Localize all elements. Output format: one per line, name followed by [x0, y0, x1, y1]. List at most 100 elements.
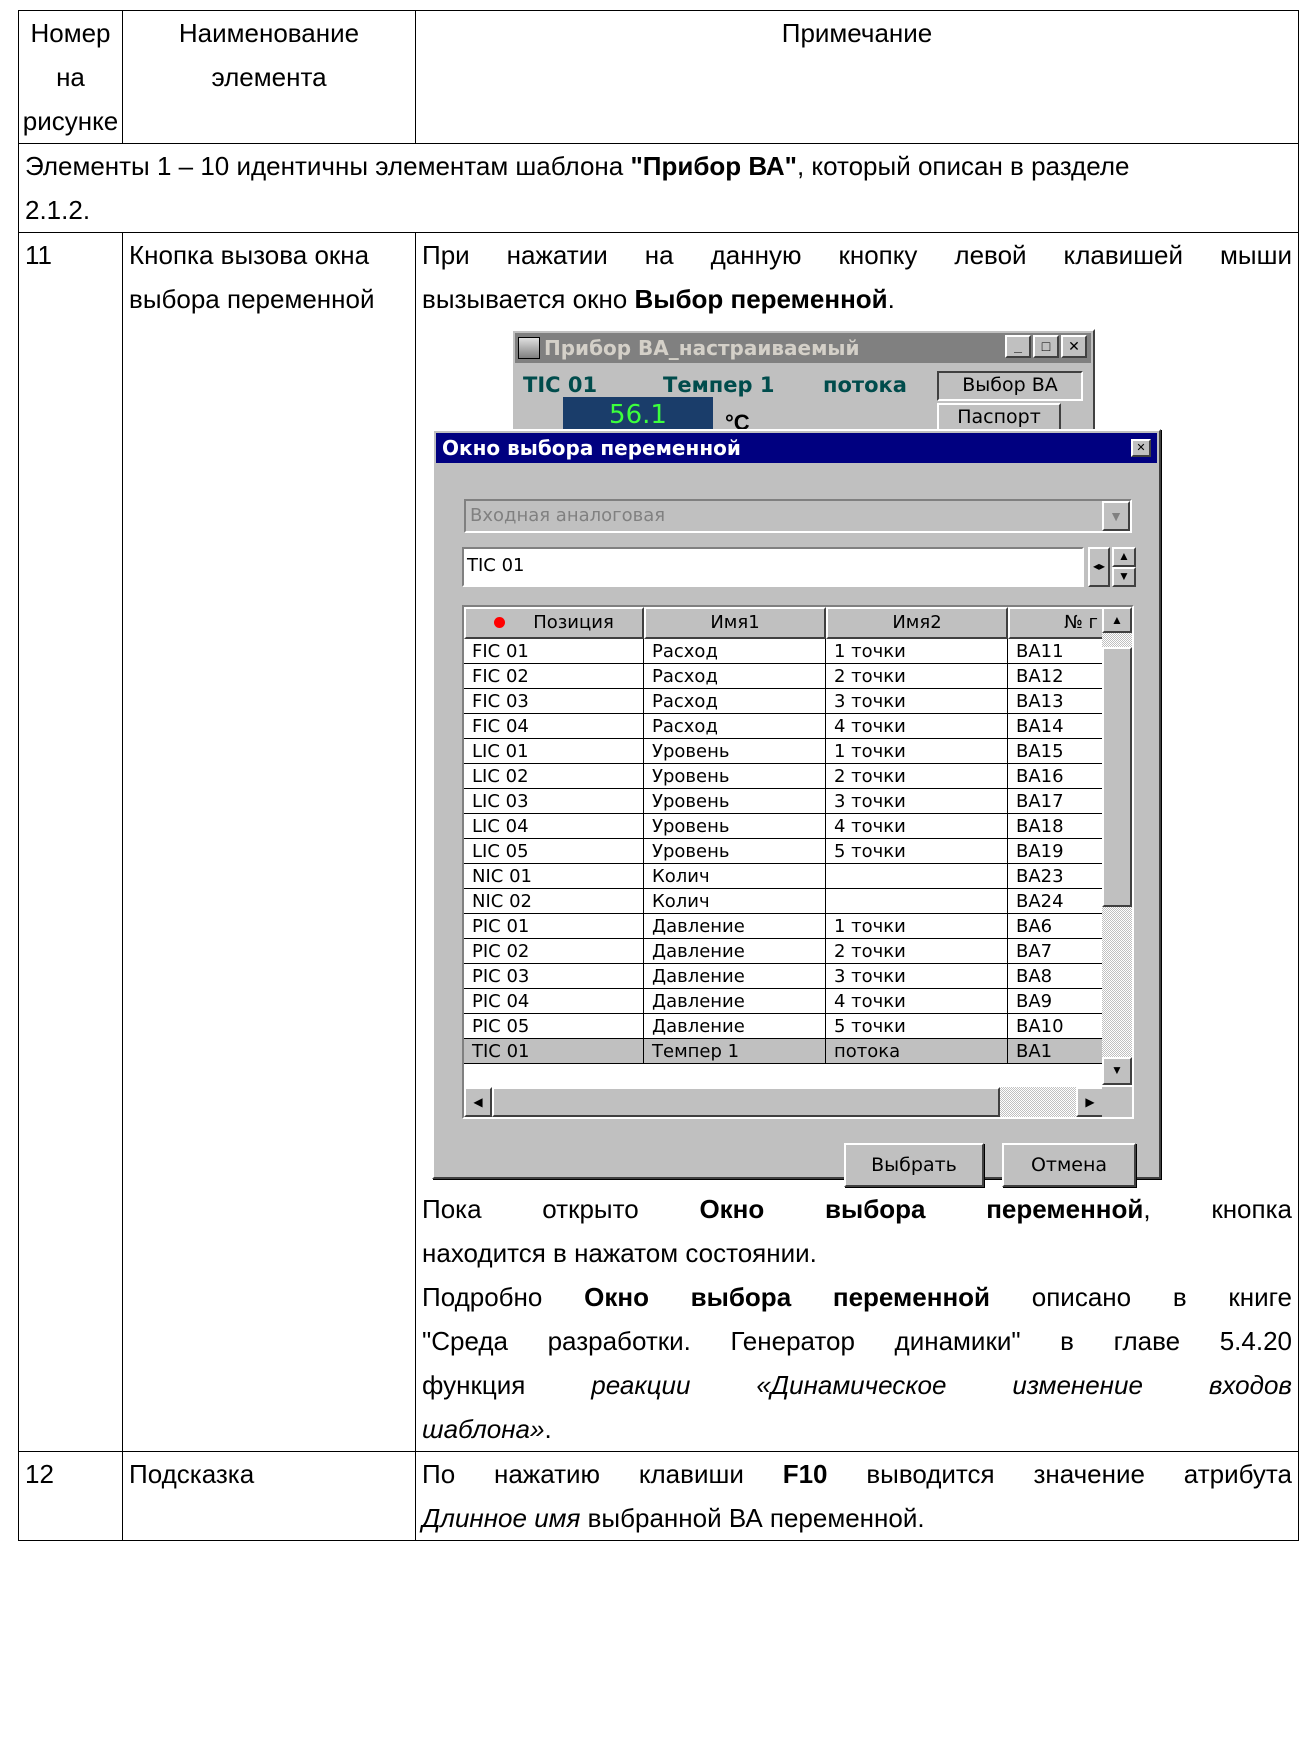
- table-row[interactable]: NIC 02 Колич ВА24: [464, 889, 1104, 914]
- cell-number: ВА7: [1008, 939, 1104, 964]
- scroll-corner: [1102, 1087, 1132, 1117]
- cell-name1: Расход: [644, 664, 826, 689]
- scroll-thumb[interactable]: [1102, 647, 1132, 907]
- cell-name2: 4 точки: [826, 814, 1008, 839]
- table-row[interactable]: NIC 01 Колич ВА23: [464, 864, 1104, 889]
- variable-type-combo[interactable]: Входная аналоговая ▼: [464, 499, 1132, 533]
- row-number: 12: [18, 1451, 123, 1541]
- cell-position: TIC 01: [464, 1039, 644, 1064]
- cell-name1: Расход: [644, 689, 826, 714]
- cell-number: ВА19: [1008, 839, 1104, 864]
- table-row[interactable]: LIC 02 Уровень 2 точки ВА16: [464, 764, 1104, 789]
- table-row[interactable]: LIC 01 Уровень 1 точки ВА15: [464, 739, 1104, 764]
- cell-name1: Расход: [644, 639, 826, 664]
- row-element-name: Кнопка вызова окна выбора переменной: [122, 232, 416, 1452]
- cell-position: FIC 02: [464, 664, 644, 689]
- table-row[interactable]: PIC 05 Давление 5 точки ВА10: [464, 1014, 1104, 1039]
- cell-number: ВА9: [1008, 989, 1104, 1014]
- cell-name1: Давление: [644, 939, 826, 964]
- header-number: Номер на рисунке: [18, 10, 123, 144]
- chevron-down-icon[interactable]: ▼: [1102, 501, 1130, 531]
- scroll-left-icon[interactable]: ◀: [464, 1087, 492, 1117]
- close-icon[interactable]: ✕: [1061, 335, 1087, 358]
- table-row[interactable]: FIC 02 Расход 2 точки ВА12: [464, 664, 1104, 689]
- cell-name2: 2 точки: [826, 664, 1008, 689]
- red-dot-icon: [494, 617, 506, 628]
- table-row[interactable]: PIC 04 Давление 4 точки ВА9: [464, 989, 1104, 1014]
- column-name2[interactable]: Имя2: [826, 607, 1008, 639]
- select-va-button[interactable]: Выбор ВА: [937, 371, 1083, 401]
- cell-name2: 4 точки: [826, 714, 1008, 739]
- cell-position: LIC 04: [464, 814, 644, 839]
- table-row[interactable]: LIC 05 Уровень 5 точки ВА19: [464, 839, 1104, 864]
- document-page: Номер на рисунке Наименование элемента П…: [0, 0, 1299, 1738]
- cell-name1: Уровень: [644, 814, 826, 839]
- cell-name2: [826, 889, 1008, 914]
- device-value: 56.1: [563, 397, 713, 430]
- table-row[interactable]: FIC 01 Расход 1 точки ВА11: [464, 639, 1104, 664]
- table-row[interactable]: PIC 02 Давление 2 точки ВА7: [464, 939, 1104, 964]
- table-row[interactable]: FIC 04 Расход 4 точки ВА14: [464, 714, 1104, 739]
- cell-position: PIC 03: [464, 964, 644, 989]
- cell-number: ВА6: [1008, 914, 1104, 939]
- cell-number: ВА14: [1008, 714, 1104, 739]
- cell-name2: 3 точки: [826, 689, 1008, 714]
- cancel-button[interactable]: Отмена: [1002, 1143, 1136, 1187]
- cell-number: ВА23: [1008, 864, 1104, 889]
- cell-name2: 2 точки: [826, 764, 1008, 789]
- position-input[interactable]: TIC 01: [462, 547, 1084, 587]
- cell-position: PIC 01: [464, 914, 644, 939]
- cell-number: ВА1: [1008, 1039, 1104, 1064]
- grid-rows: FIC 01 Расход 1 точки ВА11 FIC 02 Расход 2 точ…: [464, 639, 1104, 1064]
- variable-grid[interactable]: Позиция Имя1 Имя2 № г FIC 01 Расход 1 точк…: [462, 605, 1134, 1119]
- scroll-down-icon[interactable]: ▼: [1102, 1057, 1132, 1085]
- passport-button[interactable]: Паспорт: [937, 403, 1061, 431]
- span-note: Элементы 1 – 10 идентичны элементам шабл…: [18, 143, 1299, 233]
- cell-name2: 1 точки: [826, 739, 1008, 764]
- cell-name1: Уровень: [644, 764, 826, 789]
- table-row[interactable]: LIC 03 Уровень 3 точки ВА17: [464, 789, 1104, 814]
- spin-down-icon[interactable]: ▼: [1112, 567, 1136, 587]
- cell-name1: Темпер 1: [644, 1039, 826, 1064]
- scroll-up-icon[interactable]: ▲: [1102, 607, 1132, 633]
- elements-table: Номер на рисунке Наименование элемента П…: [18, 10, 1299, 1541]
- cell-name1: Давление: [644, 964, 826, 989]
- table-row[interactable]: TIC 01 Темпер 1 потока ВА1: [464, 1039, 1104, 1064]
- cell-name1: Давление: [644, 1014, 826, 1039]
- left-right-arrows-icon[interactable]: ◂▸: [1088, 547, 1110, 587]
- minimize-icon[interactable]: _: [1005, 335, 1031, 358]
- cell-name1: Уровень: [644, 739, 826, 764]
- maximize-icon[interactable]: □: [1033, 335, 1059, 358]
- cell-number: ВА10: [1008, 1014, 1104, 1039]
- scroll-right-icon[interactable]: ▶: [1076, 1087, 1104, 1117]
- table-row[interactable]: LIC 04 Уровень 4 точки ВА18: [464, 814, 1104, 839]
- cell-number: ВА15: [1008, 739, 1104, 764]
- horizontal-scrollbar[interactable]: ◀ ▶: [464, 1087, 1104, 1117]
- vertical-scrollbar[interactable]: ▲ ▼: [1102, 607, 1132, 1085]
- column-name1[interactable]: Имя1: [644, 607, 826, 639]
- cell-name2: потока: [826, 1039, 1008, 1064]
- column-position[interactable]: Позиция: [464, 607, 644, 639]
- table-row[interactable]: FIC 03 Расход 3 точки ВА13: [464, 689, 1104, 714]
- device-name2: потока: [823, 373, 907, 397]
- spin-up-icon[interactable]: ▲: [1112, 547, 1136, 567]
- cell-name2: 1 точки: [826, 639, 1008, 664]
- cell-position: LIC 05: [464, 839, 644, 864]
- close-icon[interactable]: ✕: [1131, 439, 1151, 457]
- table-row[interactable]: PIC 03 Давление 3 точки ВА8: [464, 964, 1104, 989]
- cell-number: ВА13: [1008, 689, 1104, 714]
- table-row[interactable]: PIC 01 Давление 1 точки ВА6: [464, 914, 1104, 939]
- cell-number: ВА18: [1008, 814, 1104, 839]
- table-row-12: 12 Подсказка По нажатию клавиши F10 выво…: [18, 1451, 1299, 1541]
- column-number[interactable]: № г: [1008, 607, 1104, 639]
- app-icon: [518, 337, 540, 359]
- cell-name2: 5 точки: [826, 839, 1008, 864]
- hscroll-thumb[interactable]: [492, 1087, 1000, 1117]
- select-button[interactable]: Выбрать: [844, 1143, 984, 1187]
- cell-name2: 2 точки: [826, 939, 1008, 964]
- span-row: Элементы 1 – 10 идентичны элементам шабл…: [18, 143, 1299, 233]
- cell-number: ВА11: [1008, 639, 1104, 664]
- select-window-titlebar: Окно выбора переменной: [436, 433, 1157, 463]
- row-note: При нажатии на данную кнопку левой клави…: [415, 232, 1299, 1452]
- variable-select-window: Окно выбора переменной ✕ Входная аналого…: [432, 429, 1161, 1187]
